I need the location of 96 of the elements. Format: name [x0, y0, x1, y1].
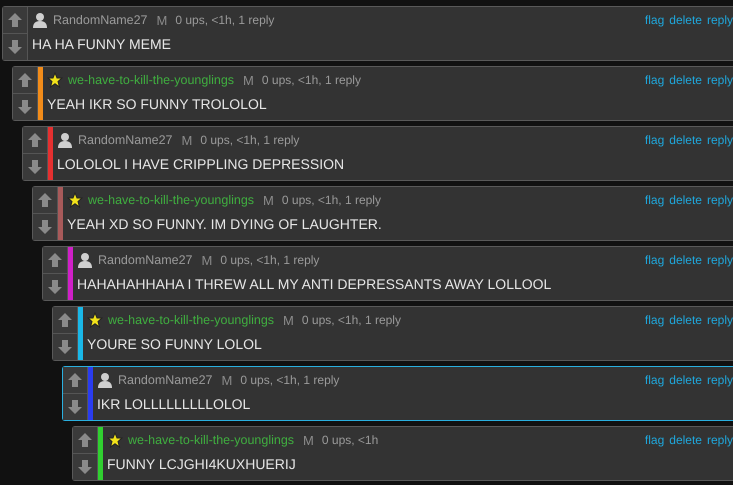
upvote-button[interactable]: [13, 67, 37, 93]
comment-text: YEAH IKR SO FUNNY TROLOLOL: [47, 95, 268, 114]
comment-meta: 0 ups, <1h, 1 reply: [200, 133, 300, 147]
comment-text: YEAH XD SO FUNNY. IM DYING OF LAUGHTER.: [67, 215, 383, 234]
action-link[interactable]: reply: [706, 253, 733, 267]
username-link[interactable]: we-have-to-kill-the-younglings: [88, 193, 254, 207]
comment-text: FUNNY LCJGHI4KUXHUERIJ: [107, 455, 297, 474]
star-icon: [107, 432, 123, 448]
downvote-button[interactable]: [3, 33, 27, 60]
down-arrow-icon: [47, 279, 63, 295]
comment-text: HAHAHAHHAHA I THREW ALL MY ANTI DEPRESSANTS AWAY LOLLOOL: [77, 275, 552, 294]
up-arrow-icon: [7, 12, 23, 28]
action-link[interactable]: delete: [669, 373, 702, 387]
comment-meta: 0 ups, <1h, 1 reply: [240, 373, 340, 387]
action-link[interactable]: delete: [669, 313, 702, 327]
action-link[interactable]: flag: [644, 373, 664, 387]
action-link[interactable]: reply: [706, 373, 733, 387]
up-arrow-icon: [37, 192, 53, 208]
action-link[interactable]: reply: [706, 313, 733, 327]
up-arrow-icon: [27, 132, 43, 148]
upvote-button[interactable]: [73, 427, 97, 453]
user-icon: [32, 12, 48, 28]
mod-label: M: [222, 372, 232, 388]
down-arrow-icon: [67, 399, 83, 415]
action-link[interactable]: delete: [669, 433, 702, 447]
action-link[interactable]: flag: [644, 73, 664, 87]
comment-meta: 0 ups, <1h, 1 reply: [302, 313, 401, 327]
upvote-button[interactable]: [63, 367, 87, 393]
action-link[interactable]: reply: [706, 133, 733, 147]
action-link[interactable]: delete: [669, 73, 702, 87]
user-icon: [57, 132, 73, 148]
mod-label: M: [263, 192, 274, 208]
comment-text: HA HA FUNNY MEME: [32, 35, 172, 54]
downvote-button[interactable]: [63, 393, 87, 420]
user-icon: [97, 372, 113, 388]
mod-label: M: [243, 72, 254, 88]
username-link[interactable]: we-have-to-kill-the-younglings: [108, 313, 274, 327]
mod-label: M: [156, 12, 168, 28]
down-arrow-icon: [77, 459, 93, 475]
downvote-button[interactable]: [53, 333, 77, 360]
action-link[interactable]: flag: [644, 133, 664, 147]
down-arrow-icon: [7, 39, 23, 55]
username-link[interactable]: RandomName27: [53, 13, 148, 27]
action-link[interactable]: delete: [669, 253, 702, 267]
action-link[interactable]: delete: [669, 13, 702, 27]
star-icon: [47, 72, 63, 88]
action-link[interactable]: reply: [706, 13, 733, 27]
action-link[interactable]: flag: [644, 193, 664, 207]
comment-text: LOLOLOL I HAVE CRIPPLING DEPRESSION: [57, 155, 346, 174]
down-arrow-icon: [37, 219, 53, 235]
downvote-button[interactable]: [23, 153, 47, 180]
action-link[interactable]: delete: [669, 133, 702, 147]
action-link[interactable]: reply: [706, 433, 733, 447]
comment-text: IKR LOLLLLLLLLLOLOL: [97, 395, 252, 414]
mod-label: M: [283, 312, 294, 328]
mod-label: M: [202, 252, 212, 268]
up-arrow-icon: [57, 312, 73, 328]
upvote-button[interactable]: [23, 127, 47, 153]
downvote-button[interactable]: [33, 213, 57, 240]
upvote-button[interactable]: [3, 7, 27, 33]
comment-meta: 0 ups, <1h, 1 reply: [220, 253, 320, 267]
downvote-button[interactable]: [13, 93, 37, 120]
username-link[interactable]: we-have-to-kill-the-younglings: [68, 73, 234, 87]
down-arrow-icon: [17, 99, 33, 115]
mod-label: M: [303, 432, 314, 448]
down-arrow-icon: [57, 339, 73, 355]
comment-meta: 0 ups, <1h, 1 reply: [282, 193, 381, 207]
action-link[interactable]: flag: [644, 253, 664, 267]
upvote-button[interactable]: [53, 307, 77, 333]
username-link[interactable]: RandomName27: [78, 133, 172, 147]
up-arrow-icon: [77, 432, 93, 448]
comment-meta: 0 ups, <1h, 1 reply: [262, 73, 361, 87]
up-arrow-icon: [67, 372, 83, 388]
mod-label: M: [182, 132, 192, 148]
upvote-button[interactable]: [43, 247, 67, 273]
down-arrow-icon: [27, 159, 43, 175]
comment-meta: 0 ups, <1h: [322, 433, 378, 447]
username-link[interactable]: RandomName27: [98, 253, 192, 267]
comment-text: YOURE SO FUNNY LOLOL: [87, 335, 263, 354]
action-link[interactable]: reply: [706, 73, 733, 87]
downvote-button[interactable]: [43, 273, 67, 300]
action-link[interactable]: flag: [644, 13, 664, 27]
star-icon: [87, 312, 103, 328]
upvote-button[interactable]: [33, 187, 57, 213]
username-link[interactable]: RandomName27: [118, 373, 212, 387]
up-arrow-icon: [17, 72, 33, 88]
action-link[interactable]: delete: [669, 193, 702, 207]
downvote-button[interactable]: [73, 453, 97, 480]
action-link[interactable]: flag: [644, 433, 664, 447]
username-link[interactable]: we-have-to-kill-the-younglings: [128, 433, 294, 447]
action-link[interactable]: flag: [644, 313, 664, 327]
up-arrow-icon: [47, 252, 63, 268]
star-icon: [67, 192, 83, 208]
user-icon: [77, 252, 93, 268]
comment-meta: 0 ups, <1h, 1 reply: [175, 13, 274, 27]
action-link[interactable]: reply: [706, 193, 733, 207]
